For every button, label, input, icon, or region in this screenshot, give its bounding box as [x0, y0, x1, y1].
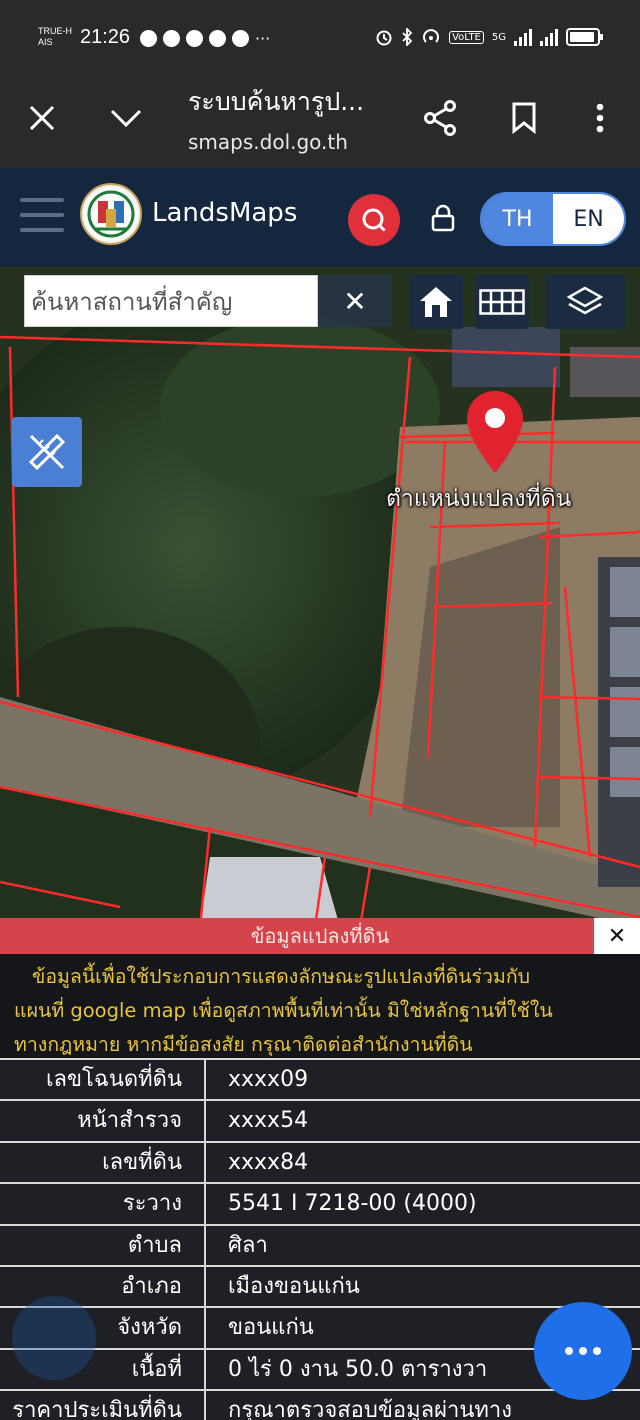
row-label: ราคาประเมินที่ดิน [0, 1391, 206, 1420]
more-vertical-icon [596, 103, 604, 133]
table-row: ราคาประเมินที่ดิน กรุณาตรวจสอบข้อมูลผ่านท… [0, 1389, 640, 1420]
disclaimer-notice: ข้อมูลนี้เพื่อใช้ประกอบการแสดงลักษณะรูปแ… [0, 954, 640, 1064]
map-view[interactable]: ค้นหาสถานที่สำคัญ ✕ ตำแหน่งแปลงที่ดิน [0, 267, 640, 927]
brand-name: LandsMaps [152, 198, 298, 228]
clock: 21:26 [80, 26, 131, 48]
close-icon [29, 105, 55, 131]
hotspot-icon [423, 29, 439, 43]
row-value: เมืองขอนแก่น [228, 1273, 360, 1299]
bookmark-icon [512, 102, 536, 134]
location-pin-icon [467, 391, 523, 473]
ruler-pencil-icon [28, 433, 66, 471]
table-row: หน้าสำรวจ xxxx54 [0, 1099, 640, 1141]
place-search: ค้นหาสถานที่สำคัญ ✕ [24, 275, 392, 327]
pin-label: ตำแหน่งแปลงที่ดิน [386, 486, 572, 512]
home-button[interactable] [409, 275, 463, 329]
layers-button[interactable] [545, 275, 625, 329]
info-bubble-icon[interactable] [12, 1296, 96, 1380]
carrier-primary: TRUE-H [38, 26, 72, 36]
browser-bar: ระบบค้นหารูป... smaps.dol.go.th [0, 78, 640, 168]
alarm-icon [376, 30, 392, 46]
dot-icon [593, 1347, 601, 1355]
panel-title: ข้อมูลแปลงที่ดิน [0, 918, 640, 954]
more-options-button[interactable] [580, 98, 620, 138]
dot-icon [579, 1347, 587, 1355]
row-value: 5541 I 7218-00 (4000) [228, 1191, 477, 1217]
row-value: กรุณาตรวจสอบข้อมูลผ่านทาง [228, 1398, 512, 1420]
layers-icon [567, 286, 603, 315]
shopee-icon [209, 30, 226, 47]
carrier-label: TRUE-H AIS [38, 26, 72, 48]
table-row: ระวาง 5541 I 7218-00 (4000) [0, 1182, 640, 1224]
language-toggle: TH EN [480, 192, 626, 246]
share-icon [424, 100, 456, 136]
login-button[interactable] [430, 204, 456, 232]
system-status: VoLTE 5G [375, 28, 603, 46]
screen: TRUE-H AIS 21:26 ··· VoLTE 5G ระบบค้นหาร… [0, 0, 640, 1420]
row-label: หน้าสำรวจ [0, 1101, 206, 1141]
bookmark-button[interactable] [504, 98, 544, 138]
network-type: 5G [491, 31, 506, 43]
status-bar: TRUE-H AIS 21:26 ··· VoLTE 5G [0, 0, 640, 78]
row-value: xxxx84 [228, 1149, 309, 1175]
signal-icon-2 [540, 28, 558, 46]
chevron-down-icon [110, 109, 142, 128]
dol-logo [80, 183, 142, 245]
search-button[interactable] [348, 194, 400, 246]
row-value: ศิลา [228, 1232, 268, 1258]
notification-icons: ··· [140, 30, 270, 47]
table-row: ตำบล ศิลา [0, 1223, 640, 1265]
instagram-icon [186, 30, 203, 47]
url-text[interactable]: smaps.dol.go.th [188, 130, 348, 154]
row-value: ขอนแก่น [228, 1315, 314, 1341]
disclaimer-line: ข้อมูลนี้เพื่อใช้ประกอบการแสดงลักษณะรูปแ… [32, 965, 531, 988]
table-row: เลขที่ดิน xxxx84 [0, 1140, 640, 1183]
measure-tool-button[interactable] [12, 417, 82, 487]
more-actions-button[interactable] [534, 1302, 632, 1400]
grid-button[interactable] [475, 275, 529, 329]
table-row: อำเภอ เมืองขอนแก่น [0, 1264, 640, 1307]
more-notifications-icon: ··· [255, 28, 271, 48]
row-label: ระวาง [0, 1184, 206, 1224]
bluetooth-icon [402, 28, 413, 46]
row-label: เลขที่ดิน [0, 1142, 206, 1183]
line-icon [232, 30, 249, 47]
facebook-icon [163, 30, 180, 47]
lang-th-button[interactable]: TH [482, 194, 553, 244]
lang-en-button[interactable]: EN [553, 194, 624, 244]
menu-bar [20, 198, 64, 202]
place-search-input[interactable]: ค้นหาสถานที่สำคัญ [24, 275, 318, 327]
battery-icon [566, 28, 603, 46]
table-row: เลขโฉนดที่ดิน xxxx09 [0, 1058, 640, 1100]
clear-search-button[interactable]: ✕ [318, 275, 392, 327]
volte-badge: VoLTE [449, 30, 484, 44]
grid-icon [479, 289, 525, 315]
menu-bar [20, 213, 64, 217]
menu-bar [20, 228, 64, 232]
close-tab-button[interactable] [22, 98, 62, 138]
disclaimer-line: ทางกฎหมาย หากมีข้อสงสัย กรุณาติดต่อสำนัก… [14, 1033, 473, 1056]
menu-button[interactable] [20, 198, 64, 232]
search-icon [362, 208, 386, 232]
lock-icon [431, 204, 455, 232]
messenger-icon [140, 30, 157, 47]
row-label: ตำบล [0, 1225, 206, 1265]
disclaimer-line: แผนที่ google map เพื่อดูสภาพพื้นที่เท่า… [14, 999, 553, 1022]
row-value: xxxx09 [228, 1067, 309, 1092]
home-icon [420, 287, 452, 317]
row-label: อำเภอ [0, 1266, 206, 1307]
page-title: ระบบค้นหารูป... [188, 87, 365, 116]
app-header: LandsMaps TH EN [0, 168, 640, 267]
dot-icon [565, 1347, 573, 1355]
row-value: xxxx54 [228, 1108, 309, 1134]
signal-icon-1 [514, 28, 532, 46]
carrier-secondary: AIS [38, 37, 53, 47]
row-label: เลขโฉนดที่ดิน [0, 1060, 206, 1100]
panel-close-button[interactable]: ✕ [594, 918, 640, 954]
satellite-imagery [0, 267, 640, 927]
share-button[interactable] [420, 98, 460, 138]
row-value: 0 ไร่ 0 งาน 50.0 ตารางวา [228, 1356, 488, 1382]
collapse-button[interactable] [106, 98, 146, 138]
